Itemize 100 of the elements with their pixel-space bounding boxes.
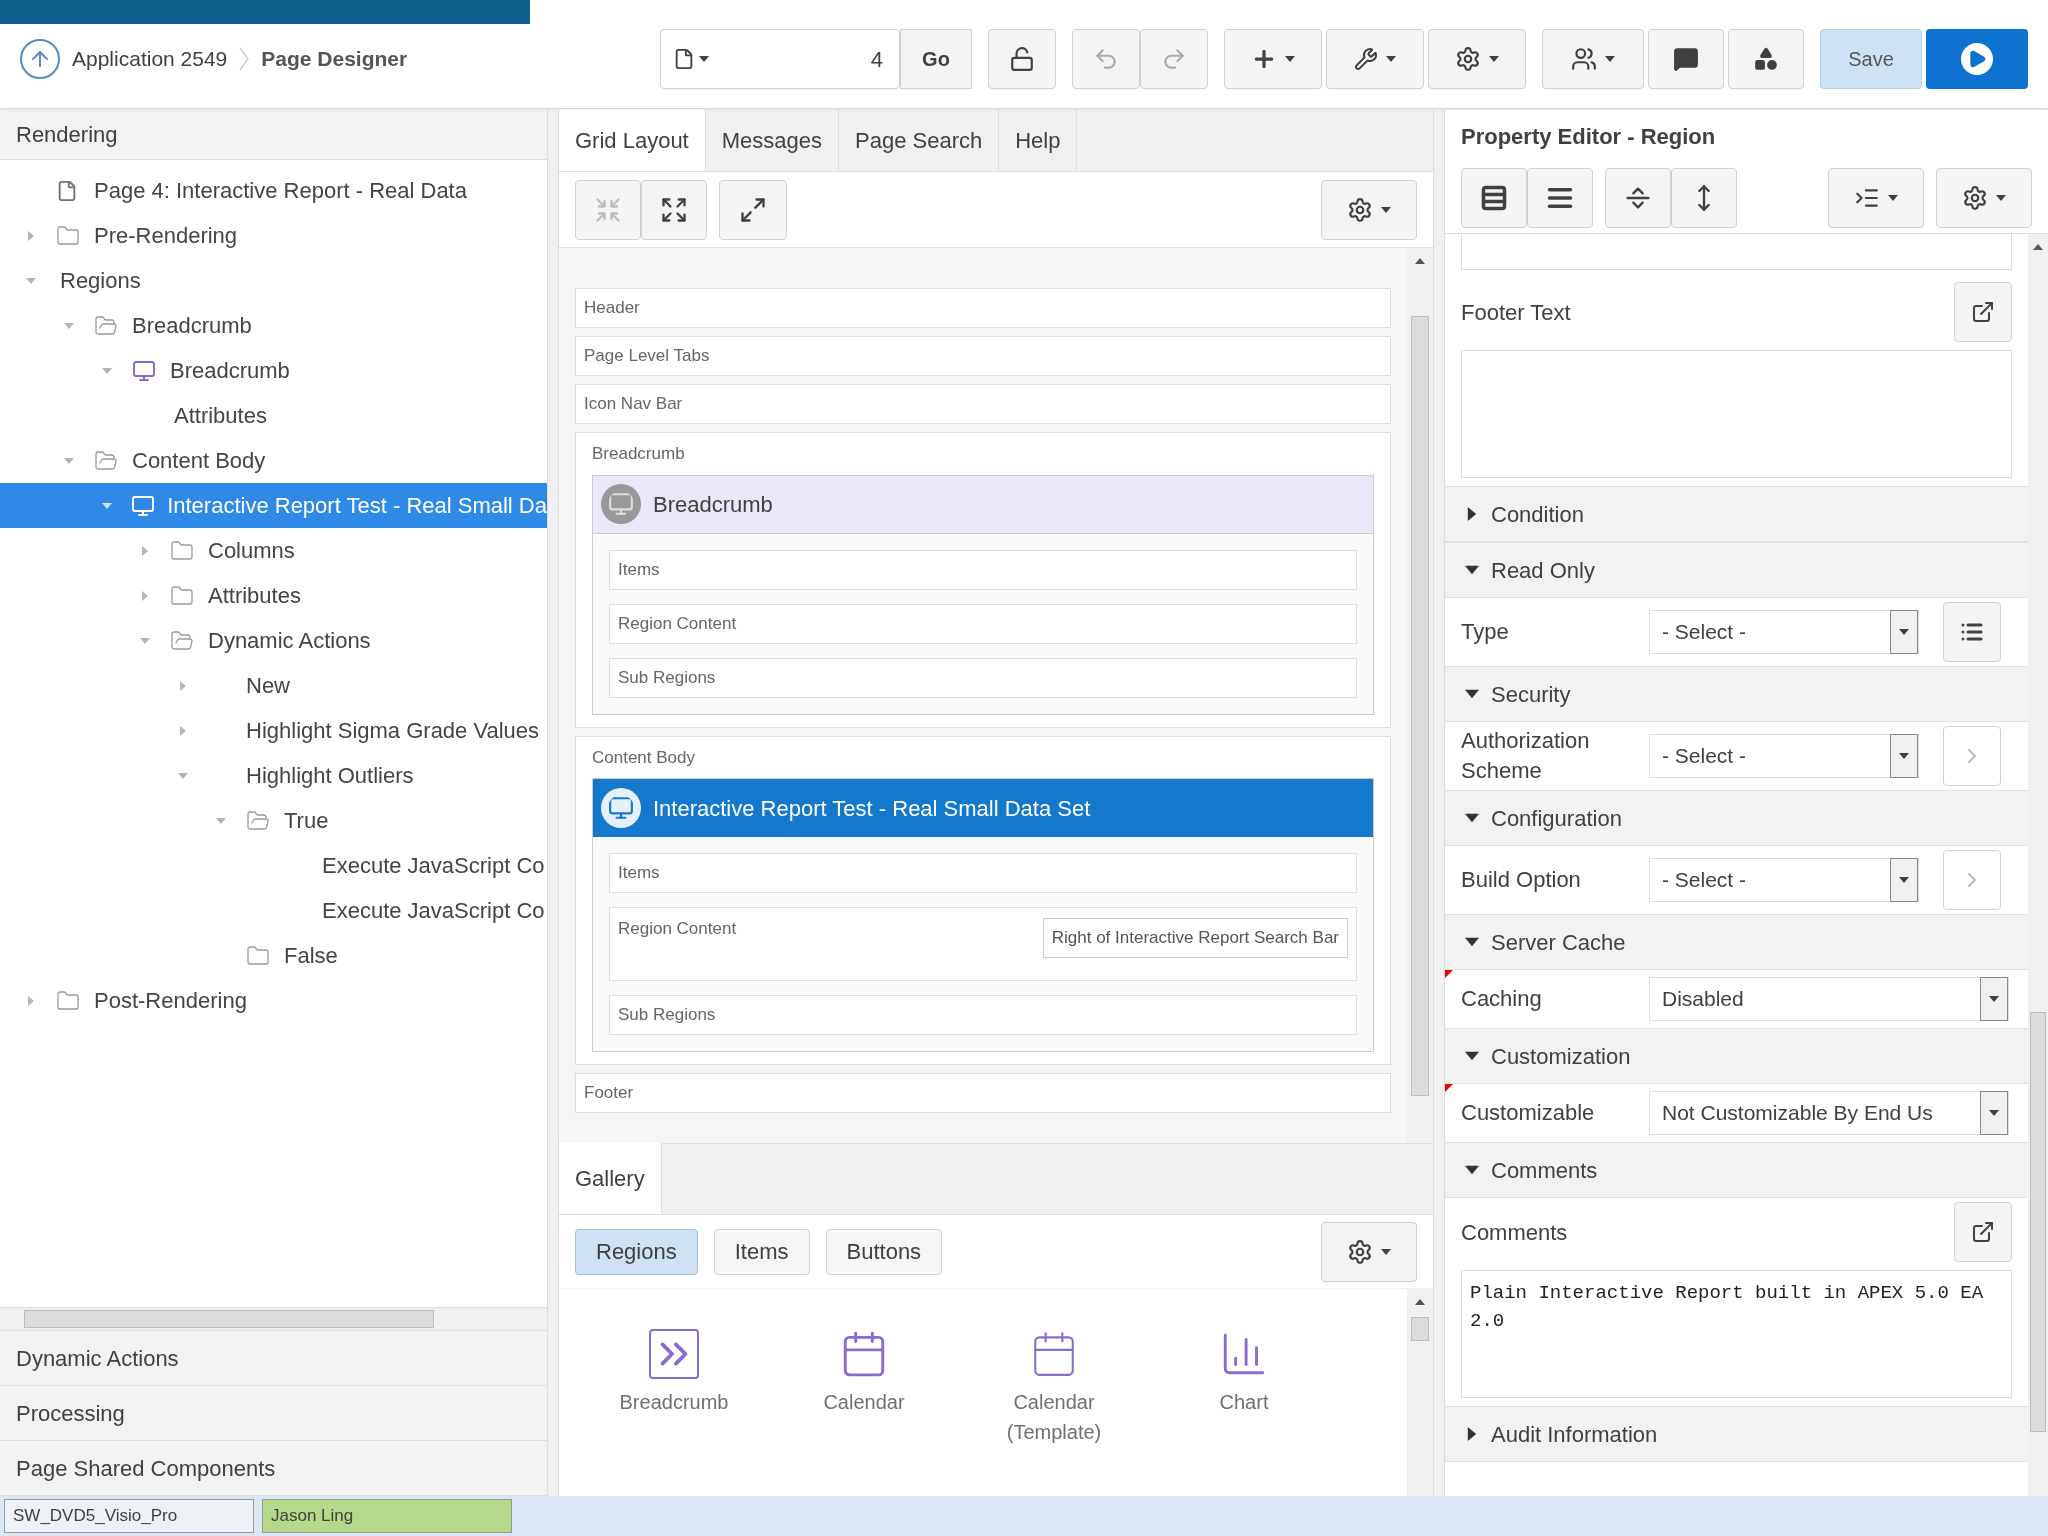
section-header[interactable]: Dynamic Actions (0, 1331, 547, 1386)
property-group[interactable]: Configuration (1445, 790, 2028, 846)
property-group[interactable]: Condition (1445, 486, 2028, 542)
gallery-item[interactable]: Chart (1169, 1329, 1319, 1417)
shrink-icon (594, 195, 622, 224)
tree-item[interactable]: Post-Rendering (0, 978, 547, 1023)
scrollbar-thumb[interactable] (24, 1310, 434, 1328)
run-button[interactable] (1926, 29, 2028, 89)
tree-item[interactable]: Pre-Rendering (0, 213, 547, 258)
tree-item[interactable]: False (0, 933, 547, 978)
tree-item[interactable]: New (0, 663, 547, 708)
gallery-item[interactable]: Calendar (Template) (979, 1329, 1129, 1447)
settings-menu-button[interactable] (1321, 179, 1417, 240)
tree-item[interactable]: Attributes (0, 573, 547, 618)
go-button[interactable]: Go (900, 29, 972, 89)
scrollbar-thumb[interactable] (1411, 1317, 1429, 1341)
taskbar-button[interactable]: Jason Ling (262, 1499, 512, 1533)
tree-item[interactable]: Execute JavaScript Co (0, 888, 547, 933)
tree-item[interactable]: Columns (0, 528, 547, 573)
tree-item[interactable]: Interactive Report Test - Real Small Da (0, 483, 547, 528)
section-header[interactable]: Page Shared Components (0, 1441, 547, 1496)
section-header[interactable]: Processing (0, 1386, 547, 1441)
caret-down-icon (102, 500, 112, 511)
caret-down-icon (102, 365, 112, 376)
settings-icon (1962, 184, 1988, 211)
gallery-item-label: Calendar (Template) (1005, 1390, 1103, 1445)
rows-icon (1480, 183, 1508, 212)
tree-item[interactable]: Breadcrumb (0, 303, 547, 348)
settings-menu-button[interactable] (1428, 29, 1526, 89)
tree-item[interactable]: Dynamic Actions (0, 618, 547, 663)
shared-components-button[interactable] (1728, 29, 1804, 89)
category-button[interactable]: Buttons (825, 1228, 943, 1275)
goto-group-button[interactable] (1828, 167, 1924, 228)
breadcrumb-link[interactable]: Application 2549 (72, 43, 228, 75)
collapse-button[interactable] (1605, 167, 1671, 228)
caret-down-icon (1899, 627, 1909, 637)
settings-menu-button[interactable] (1936, 167, 2032, 228)
tree-item[interactable]: Execute JavaScript Co (0, 843, 547, 888)
tree-item[interactable]: True (0, 798, 547, 843)
category-button[interactable]: Regions (575, 1228, 698, 1275)
tree-item[interactable]: Regions (0, 258, 547, 303)
scrollbar-thumb[interactable] (1411, 316, 1429, 1096)
region-icon (601, 484, 641, 524)
property-group[interactable]: Server Cache (1445, 914, 2028, 970)
scrollbar-thumb[interactable] (2030, 1012, 2046, 1432)
property-group[interactable]: Audit Information (1445, 1406, 2028, 1462)
tree-item-label: Regions (59, 267, 141, 295)
category-button[interactable]: Items (713, 1228, 810, 1275)
view-button[interactable] (1527, 167, 1593, 228)
expand-editor-button[interactable] (1954, 1202, 2012, 1262)
page-selector[interactable]: 4 (660, 29, 900, 89)
gallery-tab[interactable]: Gallery (559, 1142, 662, 1214)
expand-icon (660, 195, 688, 224)
tree-item[interactable]: Breadcrumb (0, 348, 547, 393)
maximize-button[interactable] (719, 179, 787, 240)
maximize-icon (739, 195, 767, 224)
view-button[interactable] (1461, 167, 1527, 228)
property-group[interactable]: Read Only (1445, 542, 2028, 598)
folder-icon (56, 988, 80, 1013)
comments-button[interactable] (1648, 29, 1724, 89)
tree-item[interactable]: Content Body (0, 438, 547, 483)
region-block[interactable]: Breadcrumb Items Region Content Sub Regions (592, 474, 1374, 715)
page-number-field[interactable]: 4 (713, 42, 887, 76)
list-button[interactable] (1943, 602, 2001, 662)
select-field[interactable]: Disabled (1649, 977, 2009, 1021)
select-field[interactable]: - Select - (1649, 734, 1919, 778)
tree-item[interactable]: Highlight Outliers (0, 753, 547, 798)
tree-item[interactable]: Page 4: Interactive Report - Real Data (0, 168, 547, 213)
tree-item[interactable]: Highlight Sigma Grade Values (0, 708, 547, 753)
caret-down-icon (1381, 204, 1391, 215)
property-group[interactable]: Comments (1445, 1142, 2028, 1198)
vertical-scrollbar[interactable] (2028, 234, 2048, 1496)
gallery-item-label: Breadcrumb (619, 1390, 729, 1415)
settings-menu-button[interactable] (1321, 1221, 1417, 1282)
select-field[interactable]: - Select - (1649, 610, 1919, 654)
select-field[interactable]: - Select - (1649, 858, 1919, 902)
property-group[interactable]: Security (1445, 666, 2028, 722)
taskbar-button[interactable]: SW_DVD5_Visio_Pro (4, 1499, 254, 1533)
expand-editor-button[interactable] (1954, 282, 2012, 342)
horizontal-scrollbar[interactable] (0, 1307, 547, 1331)
tab[interactable]: Grid Layout (559, 109, 706, 171)
gallery-item[interactable]: Calendar (789, 1329, 939, 1417)
expand-button[interactable] (641, 179, 707, 240)
select-field[interactable]: Not Customizable By End Us (1649, 1091, 2009, 1135)
create-menu-button[interactable] (1224, 29, 1322, 89)
wrench-icon (1354, 47, 1378, 71)
lock-button[interactable] (988, 29, 1056, 89)
caret-up-icon (1415, 1297, 1425, 1307)
vertical-scrollbar[interactable] (1407, 1289, 1433, 1496)
tree-item[interactable]: Attributes (0, 393, 547, 438)
utilities-menu-button[interactable] (1326, 29, 1424, 89)
tree-item-label: Highlight Sigma Grade Values (245, 717, 540, 745)
team-menu-button[interactable] (1542, 29, 1644, 89)
gallery-item[interactable]: Breadcrumb (599, 1329, 749, 1417)
vertical-scrollbar[interactable] (1407, 248, 1433, 1143)
text-area[interactable]: Plain Interactive Report built in APEX 5.0 EA 2.0 (1461, 1270, 2012, 1398)
region-block[interactable]: Interactive Report Test - Real Small Data Set Items Region Content Right of Interactive Report Search Bar Sub Regions (592, 778, 1374, 1052)
save-button[interactable]: Save (1820, 29, 1922, 89)
property-group[interactable]: Customization (1445, 1028, 2028, 1084)
expand-all-button[interactable] (1671, 167, 1737, 228)
